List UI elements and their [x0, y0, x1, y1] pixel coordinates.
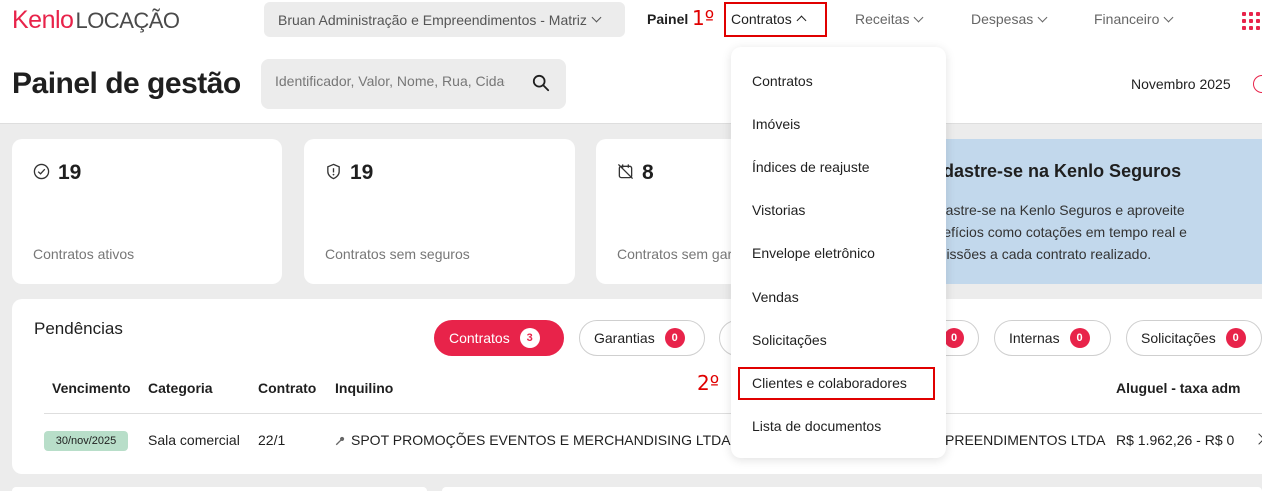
chevron-down-icon — [914, 12, 924, 22]
search-icon[interactable] — [532, 74, 550, 92]
tab-label: Internas — [1009, 330, 1060, 346]
banner-title: Cadastre-se na Kenlo Seguros — [920, 161, 1182, 181]
nav-despesas[interactable]: Despesas — [971, 11, 1048, 27]
tab-contratos[interactable]: Contratos 3 — [434, 320, 564, 356]
annotation-step-1: 1º — [692, 6, 715, 30]
column-header[interactable]: Contrato — [258, 380, 316, 396]
menu-item-envelope-eletronico[interactable]: Envelope eletrônico — [752, 245, 875, 261]
banner-text: Cadastre-se na Kenlo Seguros e aproveite… — [920, 202, 1187, 262]
menu-item-indices-reajuste[interactable]: Índices de reajuste — [752, 159, 870, 175]
month-selector[interactable]: Novembro 2025 — [1131, 76, 1231, 92]
card-value: 8 — [642, 161, 654, 184]
menu-item-lista-documentos[interactable]: Lista de documentos — [752, 418, 881, 434]
menu-item-vistorias[interactable]: Vistorias — [752, 202, 805, 218]
tab-solicitacoes[interactable]: Solicitações 0 — [1126, 320, 1262, 356]
annotation-box-clientes — [738, 367, 935, 400]
chevron-right-icon[interactable] — [1253, 433, 1262, 445]
chevron-down-icon — [1037, 12, 1048, 22]
menu-item-contratos[interactable]: Contratos — [752, 73, 813, 89]
tab-label: Garantias — [594, 330, 655, 346]
nav-painel-label: Painel — [647, 11, 689, 27]
row-tenant-cell[interactable]: SPOT PROMOÇÕES EVENTOS E MERCHANDISING L… — [335, 432, 731, 448]
nav-financeiro-label: Financeiro — [1094, 11, 1160, 27]
logo-brand: Kenlo — [12, 6, 74, 34]
company-name: Bruan Administração e Empreendimentos - … — [278, 11, 587, 28]
top-navigation: KenloLOCAÇÃO Bruan Administração e Empre… — [0, 0, 1262, 40]
tab-label: Contratos — [449, 330, 510, 346]
kenlo-seguros-banner[interactable]: Cadastre-se na Kenlo Seguros Cadastre-se… — [900, 139, 1262, 284]
annotation-box-contratos — [724, 2, 827, 37]
no-calendar-icon — [617, 163, 634, 180]
next-panel-left — [12, 487, 427, 491]
logo-product: LOCAÇÃO — [75, 8, 180, 33]
menu-item-solicitacoes[interactable]: Solicitações — [752, 332, 827, 348]
pendencias-panel: Pendências Contratos 3 Garantias 0 0 Int… — [12, 299, 1262, 474]
annotation-step-2: 2º — [697, 371, 720, 395]
panel-title: Pendências — [34, 319, 123, 338]
nav-receitas[interactable]: Receitas — [855, 11, 924, 27]
chevron-down-icon — [591, 12, 602, 23]
card-value: 19 — [58, 161, 82, 184]
count-badge: 0 — [664, 328, 685, 348]
nav-financeiro[interactable]: Financeiro — [1094, 11, 1174, 27]
column-header[interactable]: Inquilino — [335, 380, 393, 396]
tab-garantias[interactable]: Garantias 0 — [579, 320, 705, 356]
card-label: Contratos sem seguros — [325, 246, 470, 262]
nav-painel[interactable]: Painel — [647, 11, 688, 27]
nav-despesas-label: Despesas — [971, 11, 1034, 27]
row-category: Sala comercial — [148, 432, 240, 448]
apps-grid-icon[interactable] — [1242, 12, 1260, 30]
search-input[interactable] — [275, 73, 505, 89]
row-contract[interactable]: 22/1 — [258, 432, 285, 448]
count-badge: 3 — [519, 328, 540, 348]
due-date-badge: 30/nov/2025 — [44, 431, 128, 451]
column-header[interactable]: Aluguel - taxa adm — [1116, 380, 1240, 396]
column-header[interactable]: Categoria — [148, 380, 213, 396]
shield-icon — [327, 163, 340, 180]
nav-receitas-label: Receitas — [855, 11, 910, 27]
menu-item-vendas[interactable]: Vendas — [752, 289, 799, 305]
count-badge: 0 — [1225, 328, 1246, 348]
check-circle-icon — [33, 163, 50, 180]
card-contratos-sem-seguros[interactable]: 19 Contratos sem seguros — [304, 139, 575, 284]
table-divider — [44, 413, 1262, 414]
kenlo-logo[interactable]: KenloLOCAÇÃO — [12, 6, 180, 35]
row-owner: PREENDIMENTOS LTDA — [945, 432, 1106, 448]
row-tenant: SPOT PROMOÇÕES EVENTOS E MERCHANDISING L… — [351, 432, 731, 448]
tab-label: Solicitações — [1141, 330, 1216, 346]
card-label: Contratos ativos — [33, 246, 135, 262]
card-contratos-ativos[interactable]: 19 Contratos ativos — [12, 139, 282, 284]
menu-item-imoveis[interactable]: Imóveis — [752, 116, 800, 132]
count-badge: 0 — [1069, 328, 1090, 348]
count-badge: 0 — [944, 328, 964, 348]
clock-icon[interactable] — [1253, 75, 1262, 93]
company-select[interactable]: Bruan Administração e Empreendimentos - … — [264, 2, 625, 37]
row-amount: R$ 1.962,26 - R$ 0 — [1116, 432, 1235, 448]
page-header: Painel de gestão Novembro 2025 — [0, 40, 1262, 124]
chevron-down-icon — [1163, 12, 1174, 22]
card-value: 19 — [350, 161, 374, 184]
search-box[interactable] — [261, 59, 566, 109]
tab-internas[interactable]: Internas 0 — [994, 320, 1111, 356]
key-icon — [335, 437, 345, 446]
page-title: Painel de gestão — [12, 67, 241, 100]
next-panel-right — [442, 487, 1262, 491]
column-header[interactable]: Vencimento — [52, 380, 131, 396]
